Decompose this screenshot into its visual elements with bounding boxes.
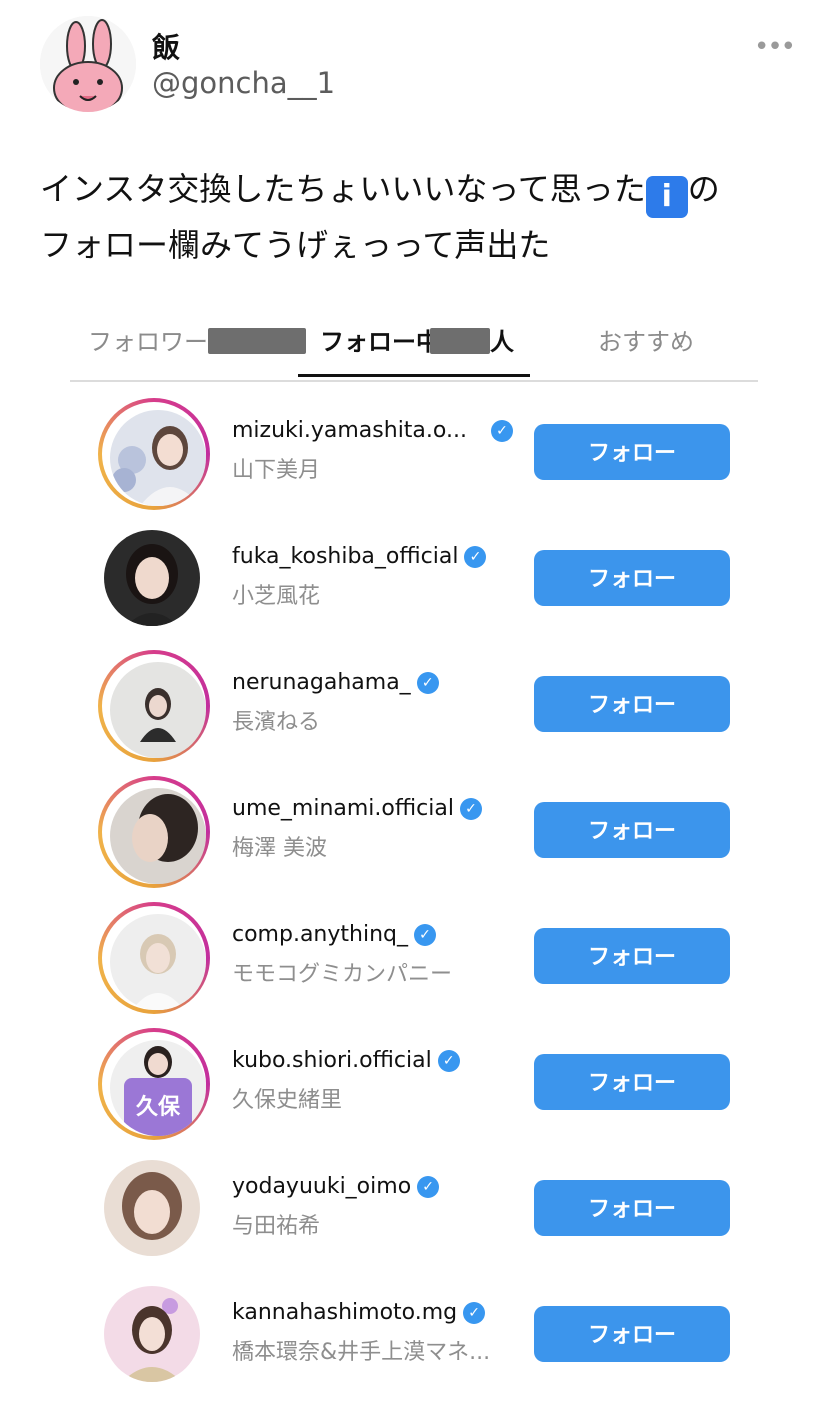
story-ring[interactable] <box>98 776 210 888</box>
tab-followers[interactable]: フォロワー <box>88 322 306 357</box>
information-emoji-icon: i <box>645 176 688 218</box>
story-ring[interactable] <box>98 650 210 762</box>
list-item: kannahashimoto.mg ✓ 橋本環奈&井手上漠マネ... フォロー <box>0 1272 828 1398</box>
account-avatar: 久保 <box>110 1040 206 1136</box>
verified-check-icon: ✓ <box>413 924 436 946</box>
account-username[interactable]: ume_minami.official ✓ <box>232 796 482 821</box>
more-options-icon[interactable]: ••• <box>754 32 796 62</box>
account-display-name: 橋本環奈&井手上漠マネ... <box>232 1340 491 1365</box>
tweet-text-part1: インスタ交換したちょいいいなって思った <box>40 170 646 208</box>
tweet-text-line2: フォロー欄みてうげぇっって声出た <box>40 226 551 264</box>
redaction-bar <box>430 328 490 354</box>
account-username[interactable]: kubo.shiori.official ✓ <box>232 1048 460 1073</box>
profile-avatar[interactable] <box>40 16 136 112</box>
list-item: mizuki.yamashita.o... ✓ 山下美月 フォロー <box>0 390 828 516</box>
follow-button[interactable]: フォロー <box>534 424 730 480</box>
account-avatar[interactable] <box>104 1160 200 1256</box>
list-item: nerunagahama_ ✓ 長濱ねる フォロー <box>0 642 828 768</box>
list-item: yodayuuki_oimo ✓ 与田祐希 フォロー <box>0 1146 828 1272</box>
account-display-name: 小芝風花 <box>232 584 321 609</box>
follow-button[interactable]: フォロー <box>534 1054 730 1110</box>
verified-check-icon: ✓ <box>464 546 487 568</box>
redaction-bar <box>208 328 306 354</box>
list-item: fuka_koshiba_official ✓ 小芝風花 フォロー <box>0 516 828 642</box>
verified-check-icon: ✓ <box>490 420 513 442</box>
follow-tabs: フォロワー フォロー中 人 おすすめ <box>70 316 758 382</box>
account-display-name: 久保史緒里 <box>232 1088 343 1113</box>
follow-button[interactable]: フォロー <box>534 676 730 732</box>
verified-check-icon: ✓ <box>459 798 482 820</box>
account-avatar <box>110 410 206 506</box>
verified-check-icon: ✓ <box>463 1302 486 1324</box>
account-username[interactable]: kannahashimoto.mg ✓ <box>232 1300 486 1325</box>
tab-following[interactable]: フォロー中 人 <box>320 322 514 357</box>
account-username[interactable]: yodayuuki_oimo ✓ <box>232 1174 440 1199</box>
list-item: ume_minami.official ✓ 梅澤 美波 フォロー <box>0 768 828 894</box>
tab-recommended[interactable]: おすすめ <box>598 322 694 357</box>
story-ring[interactable] <box>98 398 210 510</box>
account-username[interactable]: fuka_koshiba_official ✓ <box>232 544 487 569</box>
verified-check-icon: ✓ <box>437 1050 460 1072</box>
tweet-text-part2: の <box>687 170 720 208</box>
account-avatar[interactable] <box>104 1286 200 1382</box>
account-username[interactable]: comp.anythinq_ ✓ <box>232 922 436 947</box>
tweet-text: インスタ交換したちょいいいなって思った i の フォロー欄みてうげぇっって声出た <box>40 162 800 272</box>
active-tab-indicator <box>298 374 530 377</box>
account-avatar <box>110 788 206 884</box>
verified-check-icon: ✓ <box>417 1176 440 1198</box>
list-item: comp.anythinq_ ✓ モモコグミカンパニー フォロー <box>0 894 828 1020</box>
follow-button[interactable]: フォロー <box>534 1180 730 1236</box>
list-item: 久保 kubo.shiori.official ✓ 久保史緒里 フォロー <box>0 1020 828 1146</box>
follow-button[interactable]: フォロー <box>534 550 730 606</box>
account-username[interactable]: nerunagahama_ ✓ <box>232 670 439 695</box>
account-display-name: 長濱ねる <box>232 710 321 735</box>
follow-button[interactable]: フォロー <box>534 928 730 984</box>
account-display-name: 梅澤 美波 <box>232 836 327 861</box>
account-display-name: 山下美月 <box>232 458 321 483</box>
tweet-header: 飯 @goncha__1 ••• <box>40 14 796 114</box>
tab-followers-label: フォロワー <box>88 328 208 356</box>
tab-following-suffix: 人 <box>490 328 514 356</box>
shirt-text: 久保 <box>136 1094 181 1120</box>
account-avatar <box>110 662 206 758</box>
display-name[interactable]: 飯 <box>152 26 180 66</box>
account-avatar <box>110 914 206 1010</box>
account-display-name: 与田祐希 <box>232 1214 321 1239</box>
account-display-name: モモコグミカンパニー <box>232 962 453 987</box>
tab-following-label: フォロー中 <box>320 328 440 356</box>
user-handle[interactable]: @goncha__1 <box>152 66 335 100</box>
verified-check-icon: ✓ <box>416 672 439 694</box>
follow-button[interactable]: フォロー <box>534 1306 730 1362</box>
follow-button[interactable]: フォロー <box>534 802 730 858</box>
story-ring[interactable]: 久保 <box>98 1028 210 1140</box>
story-ring[interactable] <box>98 902 210 1014</box>
account-username[interactable]: mizuki.yamashita.o... ✓ <box>232 418 513 443</box>
account-avatar[interactable] <box>104 530 200 626</box>
rabbit-avatar-icon <box>40 16 136 112</box>
